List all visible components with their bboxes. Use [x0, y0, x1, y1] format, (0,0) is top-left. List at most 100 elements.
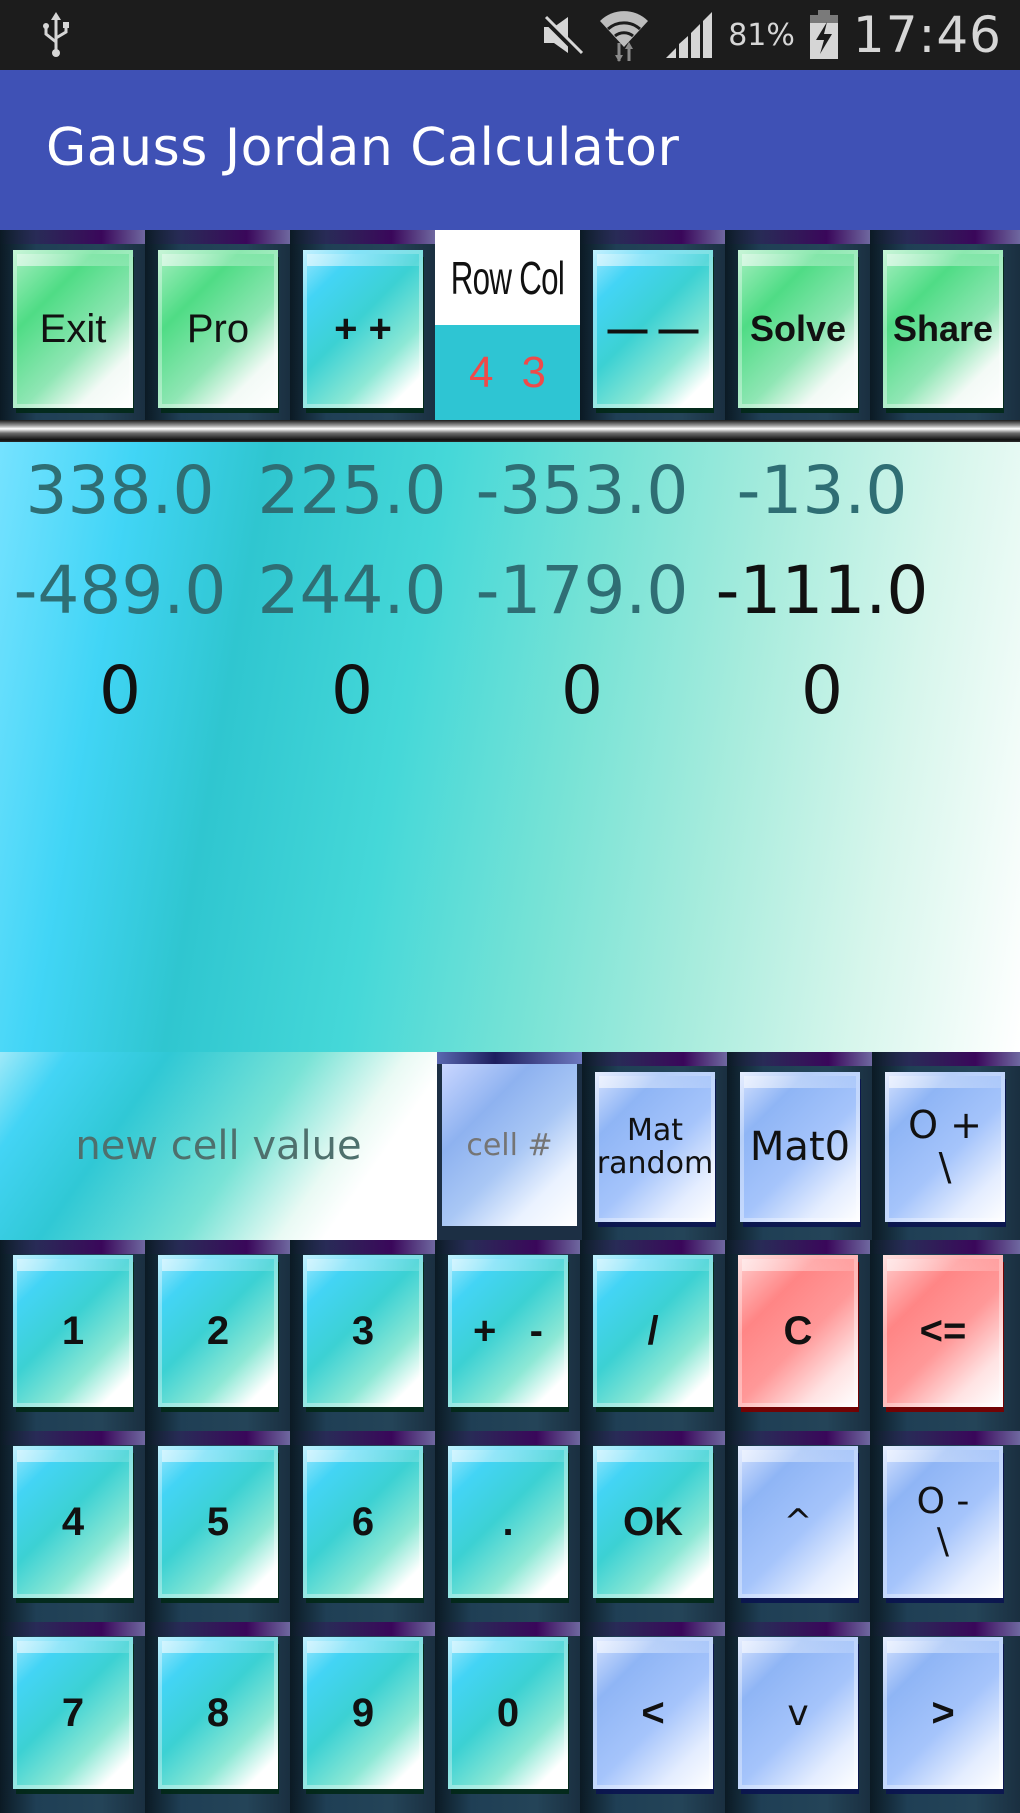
key-backspace[interactable]: <= [883, 1255, 1003, 1407]
key-down[interactable]: v [738, 1637, 858, 1789]
o-minus-line1: O - [916, 1481, 970, 1523]
matrix-cell[interactable]: 0 [232, 652, 472, 729]
mat-random-cell: Mat random [582, 1052, 727, 1240]
matrix-row: 0 0 0 0 [0, 652, 1020, 752]
key-cell: 6 [290, 1431, 435, 1622]
matrix-cell[interactable]: 0 [462, 652, 702, 729]
key-6[interactable]: 6 [303, 1446, 423, 1598]
matrix-cell[interactable]: -13.0 [702, 452, 942, 529]
key-cell: < [580, 1622, 725, 1813]
new-cell-value-input[interactable] [0, 1052, 437, 1240]
key-cell: C [725, 1240, 870, 1431]
mute-icon [542, 15, 584, 57]
matrix-cell[interactable]: 0 [0, 652, 240, 729]
add-row-col-button[interactable]: + + [303, 250, 423, 408]
key-4[interactable]: 4 [13, 1446, 133, 1598]
mat0-button[interactable]: Mat0 [740, 1072, 860, 1222]
remove-row-col-button[interactable]: — — [593, 250, 713, 408]
key-8[interactable]: 8 [158, 1637, 278, 1789]
matrix-cell[interactable]: 338.0 [0, 452, 240, 529]
key-left[interactable]: < [593, 1637, 713, 1789]
matrix-cell[interactable]: 0 [702, 652, 942, 729]
mat0-label: Mat0 [749, 1124, 851, 1170]
key-cell: . [435, 1431, 580, 1622]
key-label: 3 [351, 1308, 375, 1353]
key-label: > [931, 1690, 955, 1735]
matrix-cell-selected[interactable]: -111.0 [702, 552, 942, 629]
share-button[interactable]: Share [883, 250, 1003, 408]
pro-button[interactable]: Pro [158, 250, 278, 408]
key-cell: 0 [435, 1622, 580, 1813]
solve-button[interactable]: Solve [738, 250, 858, 408]
clock: 17:46 [852, 6, 1002, 64]
row-count: 4 [469, 347, 494, 397]
key-label: 5 [206, 1499, 230, 1544]
key-label: C [783, 1308, 813, 1353]
pro-cell: Pro [145, 230, 290, 420]
key-label: + - [472, 1308, 544, 1353]
matrix-cell[interactable]: -353.0 [462, 452, 702, 529]
key-label: ^ [783, 1502, 813, 1542]
row-col-values: 4 3 [435, 325, 580, 420]
matrix-cell[interactable]: -489.0 [0, 552, 240, 629]
top-toolbar: Exit Pro + + Row Col 4 3 — — Solve Share [0, 230, 1020, 420]
status-bar: 81% 17:46 [0, 0, 1020, 70]
key-cell: 8 [145, 1622, 290, 1813]
key-cell: 3 [290, 1240, 435, 1431]
remove-label: — — [607, 306, 699, 351]
key-cell: O - \ [870, 1431, 1020, 1622]
key-9[interactable]: 9 [303, 1637, 423, 1789]
key-ok[interactable]: OK [593, 1446, 713, 1598]
o-minus-line2: \ [936, 1521, 950, 1562]
key-label: 8 [206, 1690, 230, 1735]
matrix-cell[interactable]: 244.0 [232, 552, 472, 629]
solve-label: Solve [749, 308, 847, 349]
key-cell: 2 [145, 1240, 290, 1431]
key-cell: / [580, 1240, 725, 1431]
remove-row-col-cell: — — [580, 230, 725, 420]
exit-button[interactable]: Exit [13, 250, 133, 408]
key-2[interactable]: 2 [158, 1255, 278, 1407]
key-cell: > [870, 1622, 1020, 1813]
key-label: 9 [351, 1690, 375, 1735]
matrix-row: 338.0 225.0 -353.0 -13.0 [0, 452, 1020, 552]
key-1[interactable]: 1 [13, 1255, 133, 1407]
key-label: 6 [351, 1499, 375, 1544]
mat-random-line2: random [596, 1146, 714, 1181]
key-clear[interactable]: C [738, 1255, 858, 1407]
row-col-header: Row Col [435, 230, 580, 325]
key-up[interactable]: ^ [738, 1446, 858, 1598]
matrix-cell[interactable]: 225.0 [232, 452, 472, 529]
row-col-label: Row Col [450, 251, 565, 304]
exit-label: Exit [39, 306, 107, 351]
key-label: 7 [61, 1690, 85, 1735]
key-cell: 7 [0, 1622, 145, 1813]
key-divide[interactable]: / [593, 1255, 713, 1407]
key-label: / [647, 1308, 659, 1353]
cell-number-container [437, 1052, 582, 1240]
key-cell: ^ [725, 1431, 870, 1622]
key-right[interactable]: > [883, 1637, 1003, 1789]
o-plus-button[interactable]: O + \ [885, 1072, 1005, 1222]
o-minus-button[interactable]: O - \ [883, 1446, 1003, 1598]
o-plus-line1: O + [908, 1103, 982, 1148]
cell-number-input[interactable] [442, 1064, 577, 1226]
key-decimal[interactable]: . [448, 1446, 568, 1598]
app-title: Gauss Jordan Calculator [46, 118, 680, 178]
key-3[interactable]: 3 [303, 1255, 423, 1407]
mat-random-button[interactable]: Mat random [595, 1072, 715, 1222]
new-cell-value-container [0, 1052, 437, 1240]
battery-charging-icon [809, 10, 838, 59]
add-row-col-cell: + + [290, 230, 435, 420]
key-0[interactable]: 0 [448, 1637, 568, 1789]
key-label: < [641, 1690, 665, 1735]
key-5[interactable]: 5 [158, 1446, 278, 1598]
matrix-cell[interactable]: -179.0 [462, 552, 702, 629]
key-plus-minus[interactable]: + - [448, 1255, 568, 1407]
key-7[interactable]: 7 [13, 1637, 133, 1789]
o-minus-label: O - \ [917, 1482, 970, 1561]
exit-cell: Exit [0, 230, 145, 420]
o-plus-line2: \ [938, 1145, 952, 1189]
solve-cell: Solve [725, 230, 870, 420]
o-plus-cell: O + \ [872, 1052, 1020, 1240]
